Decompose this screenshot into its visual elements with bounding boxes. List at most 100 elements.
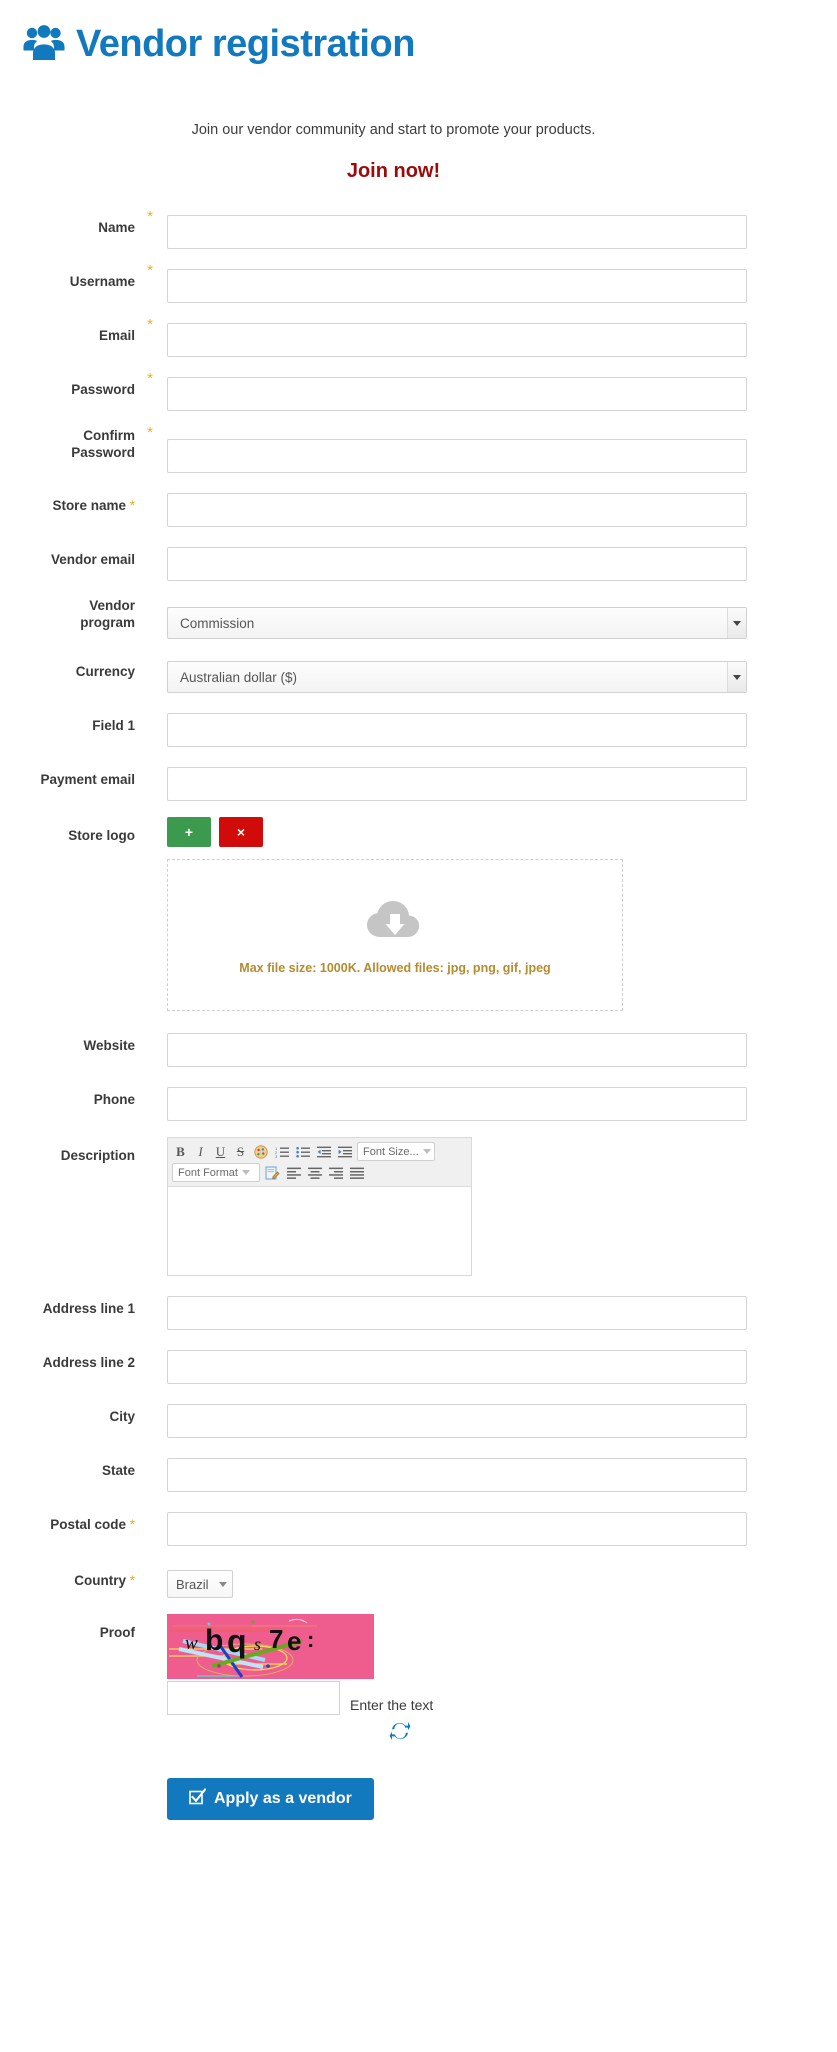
name-input[interactable] [167, 215, 747, 249]
form-row-description: Description B I U S 1 2 3 Font Size... F… [0, 1137, 837, 1276]
outdent-icon[interactable] [315, 1142, 333, 1161]
editor-toolbar-row-2: Font Format [172, 1162, 467, 1183]
vendor-registration-form: Name * Username * Email * Password * Con… [0, 209, 837, 1880]
strikethrough-icon[interactable]: S [232, 1142, 249, 1161]
captcha-refresh-row [167, 1721, 837, 1746]
label-website-text: Website [83, 1038, 135, 1053]
form-row-state: State [0, 1452, 837, 1492]
form-row-vendor-program: Vendor program Commission [0, 595, 837, 639]
label-field-1: Field 1 [0, 707, 145, 735]
description-editor-body[interactable] [168, 1187, 471, 1275]
store-logo-hint: Max file size: 1000K. Allowed files: jpg… [239, 960, 551, 975]
label-confirm-password-line2: Password [71, 444, 135, 460]
phone-input[interactable] [167, 1087, 747, 1121]
required-asterisk: * [147, 370, 153, 387]
align-center-icon[interactable] [306, 1163, 324, 1182]
source-edit-icon[interactable] [263, 1163, 282, 1182]
join-now-heading: Join now! [346, 160, 441, 182]
svg-text::: : [307, 1627, 314, 1652]
form-row-store-name: Store name * [0, 487, 837, 527]
align-justify-icon[interactable] [348, 1163, 366, 1182]
country-select[interactable]: Brazil [167, 1570, 233, 1598]
editor-toolbar-row-1: B I U S 123 Font Size... [172, 1141, 467, 1162]
label-country: Country * [0, 1562, 145, 1590]
required-asterisk: * [147, 262, 153, 279]
label-email-text: Email [98, 328, 135, 343]
label-payment-email-text: Payment email [40, 772, 135, 787]
vendor-email-input[interactable] [167, 547, 747, 581]
label-username-text: Username [69, 274, 135, 289]
font-size-dropdown[interactable]: Font Size... [357, 1142, 435, 1161]
align-right-icon[interactable] [327, 1163, 345, 1182]
add-logo-button[interactable]: + [167, 817, 211, 847]
bulleted-list-icon[interactable] [294, 1142, 312, 1161]
label-store-name: Store name * [0, 487, 145, 515]
field-1-input[interactable] [167, 713, 747, 747]
captcha-instruction: Enter the text [350, 1697, 434, 1713]
label-store-name-text: Store name [52, 498, 126, 513]
postal-code-input[interactable] [167, 1512, 747, 1546]
svg-text:b: b [205, 1624, 223, 1657]
italic-icon[interactable]: I [192, 1142, 209, 1161]
svg-text:s: s [254, 1634, 261, 1654]
underline-icon[interactable]: U [212, 1142, 229, 1161]
chevron-down-icon [241, 1170, 250, 1175]
label-description-text: Description [60, 1148, 135, 1163]
indent-icon[interactable] [336, 1142, 354, 1161]
form-row-city: City [0, 1398, 837, 1438]
currency-select[interactable]: Australian dollar ($) [167, 661, 747, 693]
text-color-palette-icon[interactable] [252, 1142, 270, 1161]
label-payment-email: Payment email [0, 761, 145, 789]
store-name-input[interactable] [167, 493, 747, 527]
password-input[interactable] [167, 377, 747, 411]
remove-logo-button[interactable]: × [219, 817, 263, 847]
checkbox-checked-icon [189, 1788, 207, 1810]
captcha-image: w b q s 7 e : [167, 1614, 837, 1679]
label-proof: Proof [0, 1614, 145, 1642]
address-line-2-input[interactable] [167, 1350, 747, 1384]
website-input[interactable] [167, 1033, 747, 1067]
form-row-name: Name * [0, 209, 837, 249]
vendor-registration-page: Vendor registration Join our vendor comm… [0, 0, 837, 2052]
editor-toolbar: B I U S 123 Font Size... Font Format [168, 1138, 471, 1187]
vendor-program-select[interactable]: Commission [167, 607, 747, 639]
form-row-website: Website [0, 1027, 837, 1067]
chevron-down-icon [727, 608, 746, 638]
label-address-line-1: Address line 1 [0, 1290, 145, 1318]
form-row-postal-code: Postal code * [0, 1506, 837, 1546]
font-format-dropdown[interactable]: Font Format [172, 1163, 260, 1182]
form-row-payment-email: Payment email [0, 761, 837, 801]
label-proof-text: Proof [99, 1625, 135, 1640]
apply-as-vendor-button[interactable]: Apply as a vendor [167, 1778, 374, 1820]
form-row-country: Country * Brazil [0, 1562, 837, 1598]
form-row-password: Password * [0, 371, 837, 411]
refresh-icon[interactable] [389, 1722, 411, 1745]
confirm-password-input[interactable] [167, 439, 747, 473]
state-input[interactable] [167, 1458, 747, 1492]
label-password: Password * [0, 371, 153, 399]
label-vendor-program-line2: program [80, 614, 135, 630]
username-input[interactable] [167, 269, 747, 303]
store-logo-dropzone[interactable]: Max file size: 1000K. Allowed files: jpg… [167, 859, 623, 1011]
email-input[interactable] [167, 323, 747, 357]
label-confirm-password-line1: Confirm [83, 428, 135, 443]
label-name-text: Name [98, 220, 135, 235]
svg-text:w: w [185, 1633, 198, 1654]
city-input[interactable] [167, 1404, 747, 1438]
label-phone-text: Phone [93, 1092, 135, 1107]
label-store-logo-text: Store logo [68, 828, 135, 843]
label-address-line-2: Address line 2 [0, 1344, 145, 1372]
captcha-input[interactable] [167, 1681, 340, 1715]
form-row-store-logo: Store logo + × Max file size: 1000K. All… [0, 817, 837, 1011]
label-address-line-1-text: Address line 1 [42, 1301, 135, 1316]
label-postal-code-text: Postal code [50, 1517, 126, 1532]
numbered-list-icon[interactable]: 123 [273, 1142, 291, 1161]
intro-tagline: Join our vendor community and start to p… [191, 122, 596, 138]
payment-email-input[interactable] [167, 767, 747, 801]
label-email: Email * [0, 317, 153, 345]
form-row-confirm-password: Confirm Password * [0, 425, 837, 473]
align-left-icon[interactable] [285, 1163, 303, 1182]
bold-icon[interactable]: B [172, 1142, 189, 1161]
address-line-1-input[interactable] [167, 1296, 747, 1330]
required-asterisk: * [147, 424, 153, 441]
